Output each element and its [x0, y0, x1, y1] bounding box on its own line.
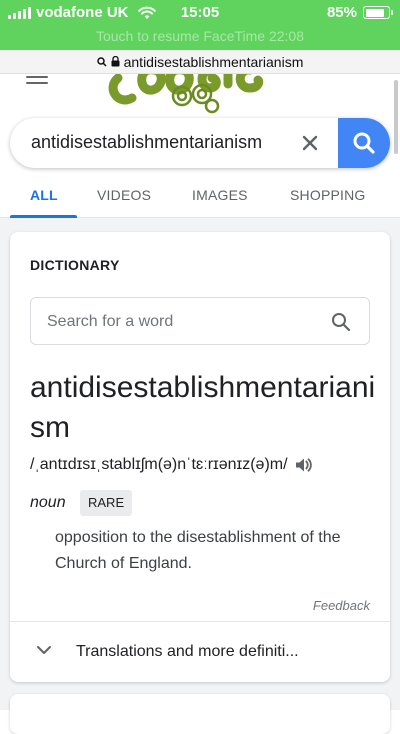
lock-icon: [111, 56, 120, 67]
search-box[interactable]: antidisestablishmentarianism: [10, 118, 390, 168]
google-doodle-logo[interactable]: [108, 74, 268, 114]
chevron-down-icon: [37, 646, 51, 654]
tab-videos[interactable]: VIDEOS: [97, 187, 151, 203]
dictionary-search-placeholder: Search for a word: [47, 313, 174, 330]
tab-shopping[interactable]: SHOPPING: [290, 187, 366, 203]
tab-images[interactable]: IMAGES: [192, 187, 248, 203]
clear-icon[interactable]: [299, 132, 321, 154]
search-button[interactable]: [338, 118, 390, 168]
phonetic-row: /ˌantɪdɪsɪˌstablɪʃm(ə)nˈtɛːrɪənɪz(ə)m/: [30, 456, 312, 474]
hamburger-icon[interactable]: [26, 76, 48, 88]
dictionary-title: DICTIONARY: [30, 257, 120, 273]
translations-label: Translations and more definiti...: [76, 643, 299, 660]
search-icon[interactable]: [331, 312, 351, 332]
register-badge: RARE: [80, 490, 133, 516]
facetime-banner[interactable]: Touch to resume FaceTime 22:08: [0, 28, 400, 44]
dictionary-card: DICTIONARY Search for a word antidisesta…: [10, 232, 390, 682]
phonetic: /ˌantɪdɪsɪˌstablɪʃm(ə)nˈtɛːrɪənɪz(ə)m/: [30, 456, 288, 473]
dictionary-search-field[interactable]: Search for a word: [30, 297, 370, 345]
status-bar: vodafone UK 15:05 85% Touch to resume Fa…: [0, 0, 400, 50]
battery-icon: [363, 6, 393, 19]
scroll-indicator: [394, 80, 398, 154]
headword: antidisestablishmentarianism: [30, 371, 376, 444]
definition-text: opposition to the disestablishment of th…: [55, 529, 341, 572]
magnifier-icon: [96, 56, 107, 67]
tab-all[interactable]: ALL: [30, 187, 58, 203]
url-bar[interactable]: antidisestablishmentarianism: [0, 50, 400, 74]
speaker-icon[interactable]: [294, 456, 312, 474]
part-of-speech: noun: [30, 494, 66, 511]
search-tabs: ALL VIDEOS IMAGES SHOPPING: [0, 176, 400, 218]
next-result-card: [10, 694, 390, 734]
feedback-link[interactable]: Feedback: [313, 598, 370, 613]
search-input[interactable]: antidisestablishmentarianism: [31, 132, 262, 153]
search-icon: [353, 132, 375, 154]
translations-expander[interactable]: Translations and more definiti...: [10, 622, 390, 682]
url-text: antidisestablishmentarianism: [123, 53, 304, 70]
google-header: [0, 74, 400, 114]
battery-percent: 85%: [326, 4, 357, 21]
